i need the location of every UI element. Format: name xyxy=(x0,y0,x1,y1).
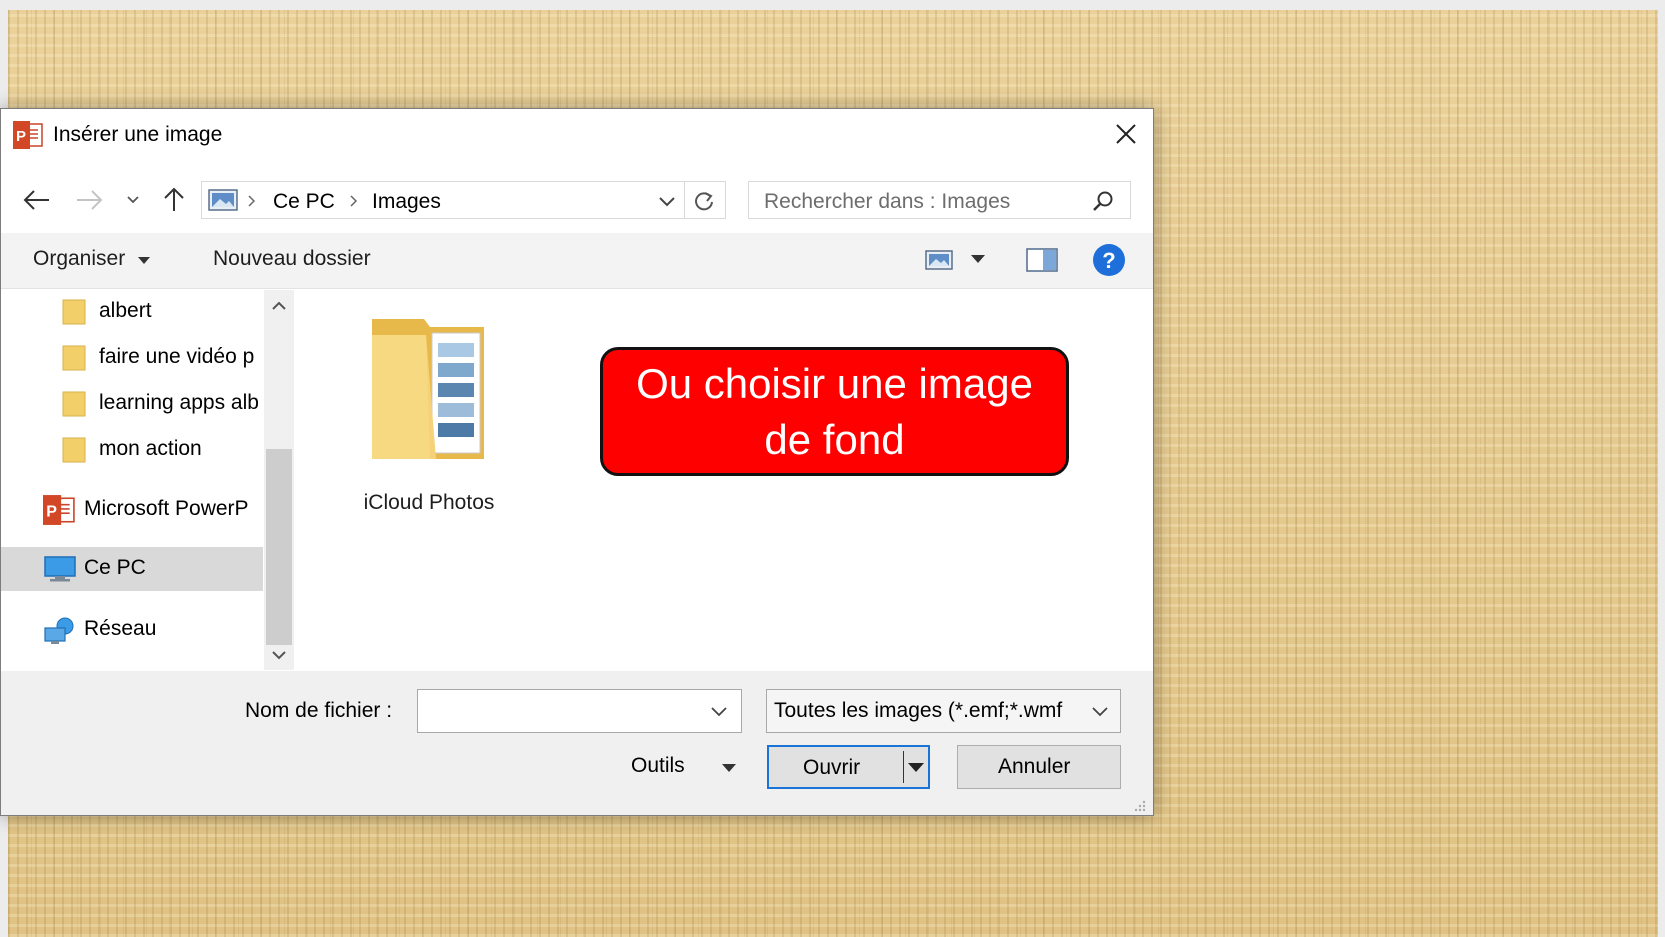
network-icon xyxy=(44,617,74,644)
close-button[interactable] xyxy=(1104,117,1148,153)
tools-button[interactable]: Outils xyxy=(631,744,746,784)
scroll-down-icon[interactable] xyxy=(269,647,289,663)
callout-line-2: de fond xyxy=(764,415,905,463)
breadcrumb-this-pc[interactable]: Ce PC xyxy=(273,190,335,214)
powerpoint-icon: P xyxy=(43,495,75,525)
tools-dropdown-icon xyxy=(722,764,736,772)
sidebar-item-faire-une-video[interactable]: faire une vidéo p xyxy=(1,336,263,380)
folder-icon xyxy=(372,319,484,459)
breadcrumb-separator-icon xyxy=(248,195,256,207)
powerpoint-icon: P xyxy=(13,121,43,149)
sidebar-item-this-pc[interactable]: Ce PC xyxy=(1,547,263,591)
dialog-titlebar: P Insérer une image xyxy=(1,109,1153,161)
scrollbar-thumb[interactable] xyxy=(266,449,292,645)
svg-text:P: P xyxy=(46,503,57,520)
filename-dropdown-icon[interactable] xyxy=(708,704,730,720)
svg-text:P: P xyxy=(16,128,26,145)
sidebar-item-label: learning apps alb xyxy=(99,391,259,414)
search-input[interactable]: Rechercher dans : Images xyxy=(748,181,1131,219)
open-button[interactable]: Ouvrir xyxy=(767,745,930,789)
open-dropdown-icon[interactable] xyxy=(906,761,926,775)
organize-label: Organiser xyxy=(33,247,126,270)
sidebar-item-label: faire une vidéo p xyxy=(99,345,255,368)
sidebar-item-label: Microsoft PowerP xyxy=(84,497,249,520)
resize-grip-icon[interactable] xyxy=(1131,797,1147,813)
organize-button[interactable]: Organiser xyxy=(31,233,156,287)
callout-annotation: Ou choisir une image de fond xyxy=(600,347,1069,476)
dialog-title: Insérer une image xyxy=(53,123,223,146)
filename-label: Nom de fichier : xyxy=(245,699,393,722)
sidebar-item-label: albert xyxy=(99,299,152,322)
tools-label: Outils xyxy=(631,754,685,777)
filetype-select[interactable]: Toutes les images (*.emf;*.wmf xyxy=(766,689,1121,733)
back-arrow-icon[interactable] xyxy=(19,183,55,217)
breadcrumb-separator-icon xyxy=(350,195,358,207)
sidebar-item-network[interactable]: Réseau xyxy=(1,608,263,652)
file-item-label: iCloud Photos xyxy=(363,491,495,514)
sidebar-item-mon-action[interactable]: mon action xyxy=(1,428,263,472)
cancel-label: Annuler xyxy=(998,755,1071,778)
address-dropdown-icon[interactable] xyxy=(656,192,678,210)
sidebar-item-label: mon action xyxy=(99,437,202,460)
refresh-icon[interactable] xyxy=(690,188,720,214)
sidebar-item-learning-apps[interactable]: learning apps alb xyxy=(1,382,263,426)
open-split-divider xyxy=(903,751,904,783)
folder-icon xyxy=(62,345,86,371)
filetype-value: Toutes les images (*.emf;*.wmf xyxy=(774,699,1063,722)
navigation-pane: albert faire une vidéo p learning apps a… xyxy=(1,290,265,670)
help-icon[interactable]: ? xyxy=(1091,242,1127,278)
forward-arrow-icon[interactable] xyxy=(71,183,107,217)
svg-text:?: ? xyxy=(1102,248,1115,273)
search-icon[interactable] xyxy=(1089,188,1117,214)
address-bar[interactable]: Ce PC Images xyxy=(201,181,726,219)
address-divider xyxy=(684,182,685,218)
folder-icon xyxy=(62,437,86,463)
view-mode-icon[interactable] xyxy=(924,247,954,273)
preview-pane-icon[interactable] xyxy=(1025,246,1059,274)
sidebar-item-microsoft-powerpoint[interactable]: P Microsoft PowerP xyxy=(1,488,263,532)
folder-icon xyxy=(62,299,86,325)
up-arrow-icon[interactable] xyxy=(159,183,189,217)
sidebar-item-label: Réseau xyxy=(84,617,157,640)
organize-dropdown-icon xyxy=(138,257,150,264)
view-dropdown-icon[interactable] xyxy=(969,253,987,267)
callout-line-1: Ou choisir une image xyxy=(636,359,1033,407)
command-toolbar: Organiser Nouveau dossier ? xyxy=(1,233,1153,289)
computer-icon xyxy=(44,556,76,582)
folder-icon xyxy=(62,391,86,417)
pictures-library-icon xyxy=(208,189,238,211)
search-placeholder: Rechercher dans : Images xyxy=(764,190,1011,213)
scroll-up-icon[interactable] xyxy=(269,298,289,314)
new-folder-button[interactable]: Nouveau dossier xyxy=(213,247,371,271)
close-icon xyxy=(1116,124,1136,144)
sidebar-item-label: Ce PC xyxy=(84,556,146,579)
filename-field[interactable] xyxy=(417,689,742,733)
breadcrumb-images[interactable]: Images xyxy=(372,190,441,214)
recent-dropdown-icon[interactable] xyxy=(123,189,143,209)
sidebar-item-albert[interactable]: albert xyxy=(1,290,263,334)
open-label: Ouvrir xyxy=(803,756,861,779)
cancel-button[interactable]: Annuler xyxy=(957,745,1121,789)
filetype-dropdown-icon xyxy=(1092,707,1108,717)
